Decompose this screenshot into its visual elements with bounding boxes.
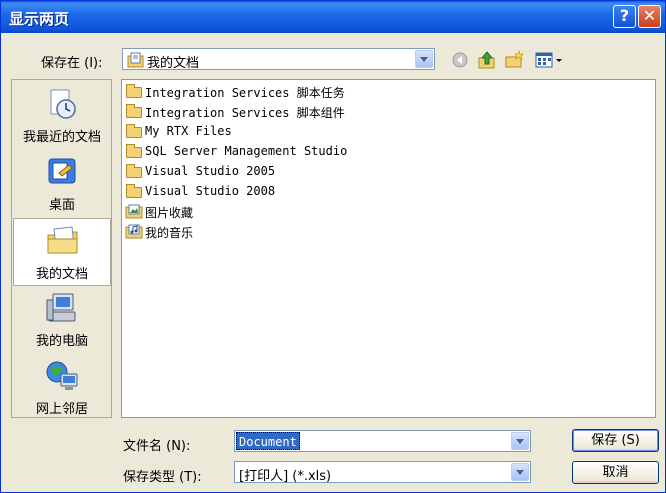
filetype-value: [打印人] (*.xls) bbox=[239, 469, 332, 484]
back-icon[interactable] bbox=[450, 50, 470, 70]
filetype-label: 保存类型 (T): bbox=[123, 470, 202, 485]
filename-input[interactable]: Document bbox=[234, 430, 531, 452]
folder-icon bbox=[125, 84, 143, 99]
place-label: 我的电脑 bbox=[35, 334, 88, 349]
help-icon: ? bbox=[619, 6, 630, 25]
lookin-label: 保存在 (I): bbox=[41, 56, 103, 71]
network-places-icon bbox=[46, 361, 78, 390]
file-name: 图片收藏 bbox=[145, 206, 194, 220]
folder-icon bbox=[125, 164, 143, 179]
cancel-button[interactable]: 取消 bbox=[572, 461, 659, 484]
place-label: 桌面 bbox=[48, 198, 75, 213]
file-list[interactable]: Integration Services 脚本任务 Integration Se… bbox=[121, 79, 656, 418]
folder-icon bbox=[125, 104, 143, 119]
title-bar[interactable]: 显示两页 ? ✕ bbox=[1, 1, 665, 33]
lookin-value: 我的文档 bbox=[147, 56, 200, 71]
my-computer-icon bbox=[46, 293, 76, 322]
save-dialog: 显示两页 ? ✕ 保存在 (I): 我的文档 我最近的文档 桌面 我的文档 我的… bbox=[0, 0, 666, 493]
place-my-computer[interactable]: 我的电脑 bbox=[13, 286, 111, 354]
up-folder-icon[interactable] bbox=[477, 50, 497, 70]
filename-value: Document bbox=[236, 432, 300, 450]
place-network[interactable]: 网上邻居 bbox=[13, 354, 111, 422]
close-button[interactable]: ✕ bbox=[638, 5, 661, 28]
desktop-icon bbox=[48, 158, 76, 184]
new-folder-icon[interactable] bbox=[504, 50, 524, 70]
place-recent-documents[interactable]: 我最近的文档 bbox=[13, 82, 111, 150]
file-name: My RTX Files bbox=[145, 124, 232, 138]
chevron-down-icon[interactable] bbox=[415, 50, 433, 68]
lookin-combo[interactable]: 我的文档 bbox=[122, 48, 435, 71]
file-name: Integration Services 脚本组件 bbox=[145, 106, 345, 120]
window-title: 显示两页 bbox=[9, 10, 70, 28]
recent-documents-icon bbox=[50, 89, 76, 119]
filetype-select[interactable]: [打印人] (*.xls) bbox=[234, 461, 531, 484]
file-name: SQL Server Management Studio bbox=[145, 144, 348, 158]
place-my-documents[interactable]: 我的文档 bbox=[13, 218, 111, 286]
close-icon: ✕ bbox=[642, 6, 657, 25]
chevron-down-icon[interactable] bbox=[511, 463, 529, 481]
help-button[interactable]: ? bbox=[613, 5, 636, 28]
filename-label: 文件名 (N): bbox=[123, 439, 191, 454]
save-button[interactable]: 保存 (S) bbox=[572, 429, 659, 452]
file-name: Integration Services 脚本任务 bbox=[145, 86, 345, 100]
my-documents-icon bbox=[47, 226, 78, 254]
file-name: Visual Studio 2008 bbox=[145, 184, 276, 198]
folder-icon bbox=[125, 184, 143, 199]
view-menu-icon[interactable] bbox=[534, 50, 564, 70]
chevron-down-icon[interactable] bbox=[511, 432, 529, 450]
picture-folder-icon bbox=[125, 204, 143, 219]
place-label: 我最近的文档 bbox=[22, 130, 101, 145]
places-bar: 我最近的文档 桌面 我的文档 我的电脑 网上邻居 bbox=[11, 79, 112, 418]
place-label: 网上邻居 bbox=[35, 402, 88, 417]
my-documents-icon bbox=[127, 52, 144, 68]
place-desktop[interactable]: 桌面 bbox=[13, 150, 111, 218]
folder-icon bbox=[125, 124, 143, 139]
folder-icon bbox=[125, 144, 143, 159]
place-label: 我的文档 bbox=[35, 267, 88, 282]
file-name: 我的音乐 bbox=[145, 226, 194, 240]
file-name: Visual Studio 2005 bbox=[145, 164, 276, 178]
music-folder-icon bbox=[125, 224, 143, 239]
